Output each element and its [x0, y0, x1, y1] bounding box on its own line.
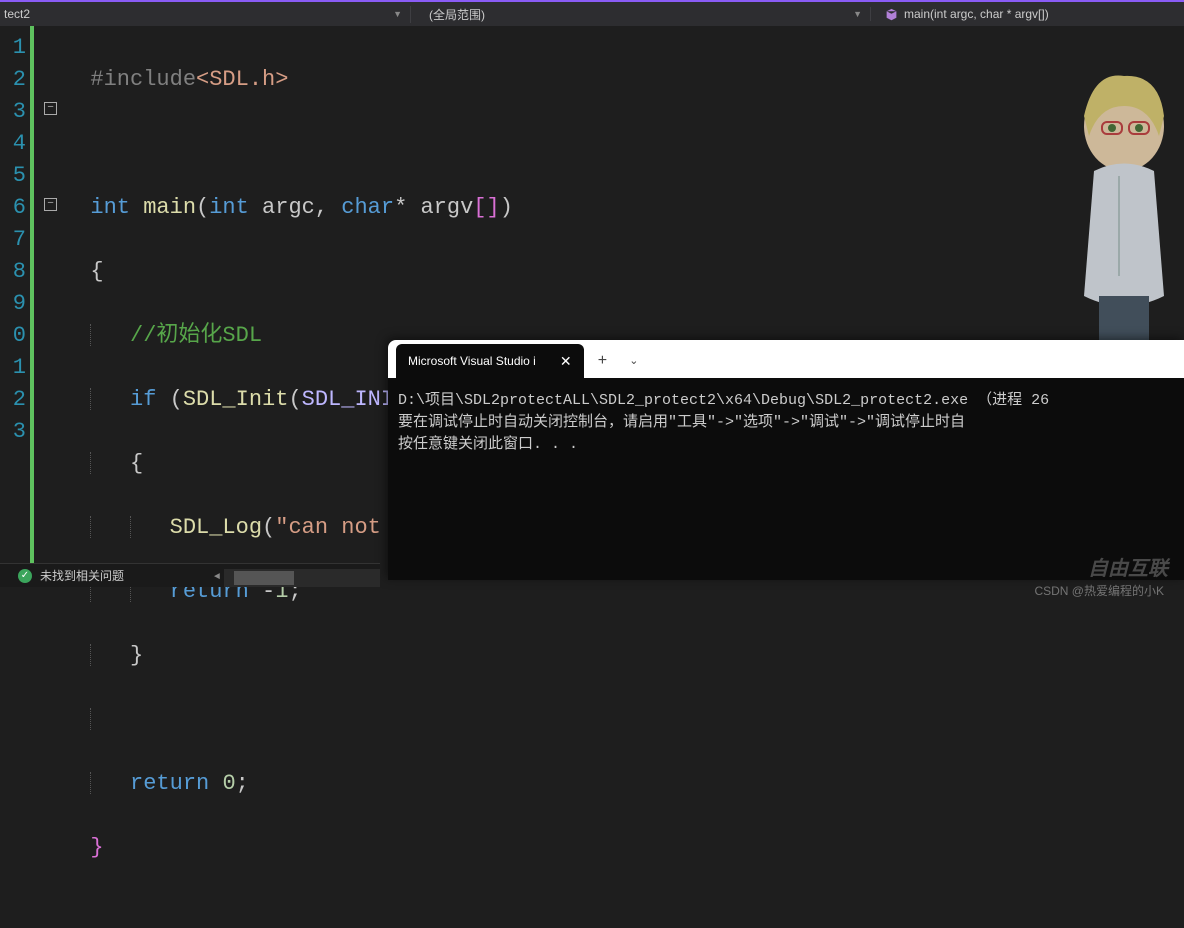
line-number: 9 — [0, 288, 26, 320]
fn-sdllog: SDL_Log — [170, 515, 262, 540]
scroll-thumb[interactable] — [234, 571, 294, 585]
brace: } — [130, 643, 143, 668]
kw-int: int — [90, 195, 130, 220]
new-tab-button[interactable]: + — [584, 344, 622, 378]
check-icon: ✓ — [18, 569, 32, 583]
line-number: 3 — [0, 416, 26, 448]
tab-dropdown-icon[interactable]: ⌄ — [621, 344, 646, 378]
scope-file[interactable]: tect2 ▼ — [0, 7, 410, 21]
preproc: #include — [90, 67, 196, 92]
kw-return: return — [130, 771, 209, 796]
fn-main: main — [130, 195, 196, 220]
fold-margin: − − — [30, 26, 64, 566]
comment: //初始化SDL — [130, 323, 262, 348]
line-number: 0 — [0, 320, 26, 352]
kw-if: if — [130, 387, 156, 412]
brace: { — [130, 451, 143, 476]
file-label: tect2 — [4, 7, 30, 21]
line-number: 5 — [0, 160, 26, 192]
scope-label: (全局范围) — [429, 6, 485, 23]
scope-function[interactable]: main(int argc, char * argv[]) — [870, 7, 1184, 21]
console-tabbar: Microsoft Visual Studio i ✕ + ⌄ — [388, 340, 1184, 378]
console-line: 要在调试停止时自动关闭控制台，请启用"工具"->"选项"->"调试"->"调试停… — [398, 412, 1174, 434]
line-number: 2 — [0, 64, 26, 96]
line-gutter: 1 2 3 4 5 6 7 8 9 0 1 2 3 — [0, 26, 30, 566]
console-line: 按任意键关闭此窗口. . . — [398, 434, 1174, 456]
fold-toggle[interactable]: − — [44, 198, 57, 211]
line-number: 4 — [0, 128, 26, 160]
console-tab[interactable]: Microsoft Visual Studio i ✕ — [396, 344, 584, 378]
scroll-left-icon[interactable]: ◄ — [210, 569, 224, 587]
close-icon[interactable]: ✕ — [560, 353, 572, 370]
line-number: 2 — [0, 384, 26, 416]
function-label: main(int argc, char * argv[]) — [904, 7, 1049, 21]
brace-end: } — [90, 835, 103, 860]
horizontal-scrollbar[interactable]: ◄ — [224, 569, 380, 587]
status-text: 未找到相关问题 — [40, 567, 124, 584]
line-number: 6 — [0, 192, 26, 224]
cube-icon — [885, 8, 898, 21]
chevron-down-icon: ▼ — [853, 9, 862, 19]
console-line: D:\项目\SDL2protectALL\SDL2_protect2\x64\D… — [398, 390, 1174, 412]
scope-global[interactable]: (全局范围) ▼ — [410, 6, 870, 23]
fn-sdlinit: SDL_Init — [183, 387, 289, 412]
line-number: 1 — [0, 32, 26, 64]
line-number: 8 — [0, 256, 26, 288]
line-number: 3 — [0, 96, 26, 128]
header: <SDL.h> — [196, 67, 288, 92]
chevron-down-icon: ▼ — [393, 9, 402, 19]
line-number: 1 — [0, 352, 26, 384]
line-number: 7 — [0, 224, 26, 256]
console-window: Microsoft Visual Studio i ✕ + ⌄ D:\项目\SD… — [388, 340, 1184, 580]
brace: { — [90, 259, 103, 284]
breadcrumb-bar: tect2 ▼ (全局范围) ▼ main(int argc, char * a… — [0, 0, 1184, 26]
fold-toggle[interactable]: − — [44, 102, 57, 115]
tab-title: Microsoft Visual Studio i — [408, 354, 536, 368]
console-output[interactable]: D:\项目\SDL2protectALL\SDL2_protect2\x64\D… — [388, 378, 1184, 468]
